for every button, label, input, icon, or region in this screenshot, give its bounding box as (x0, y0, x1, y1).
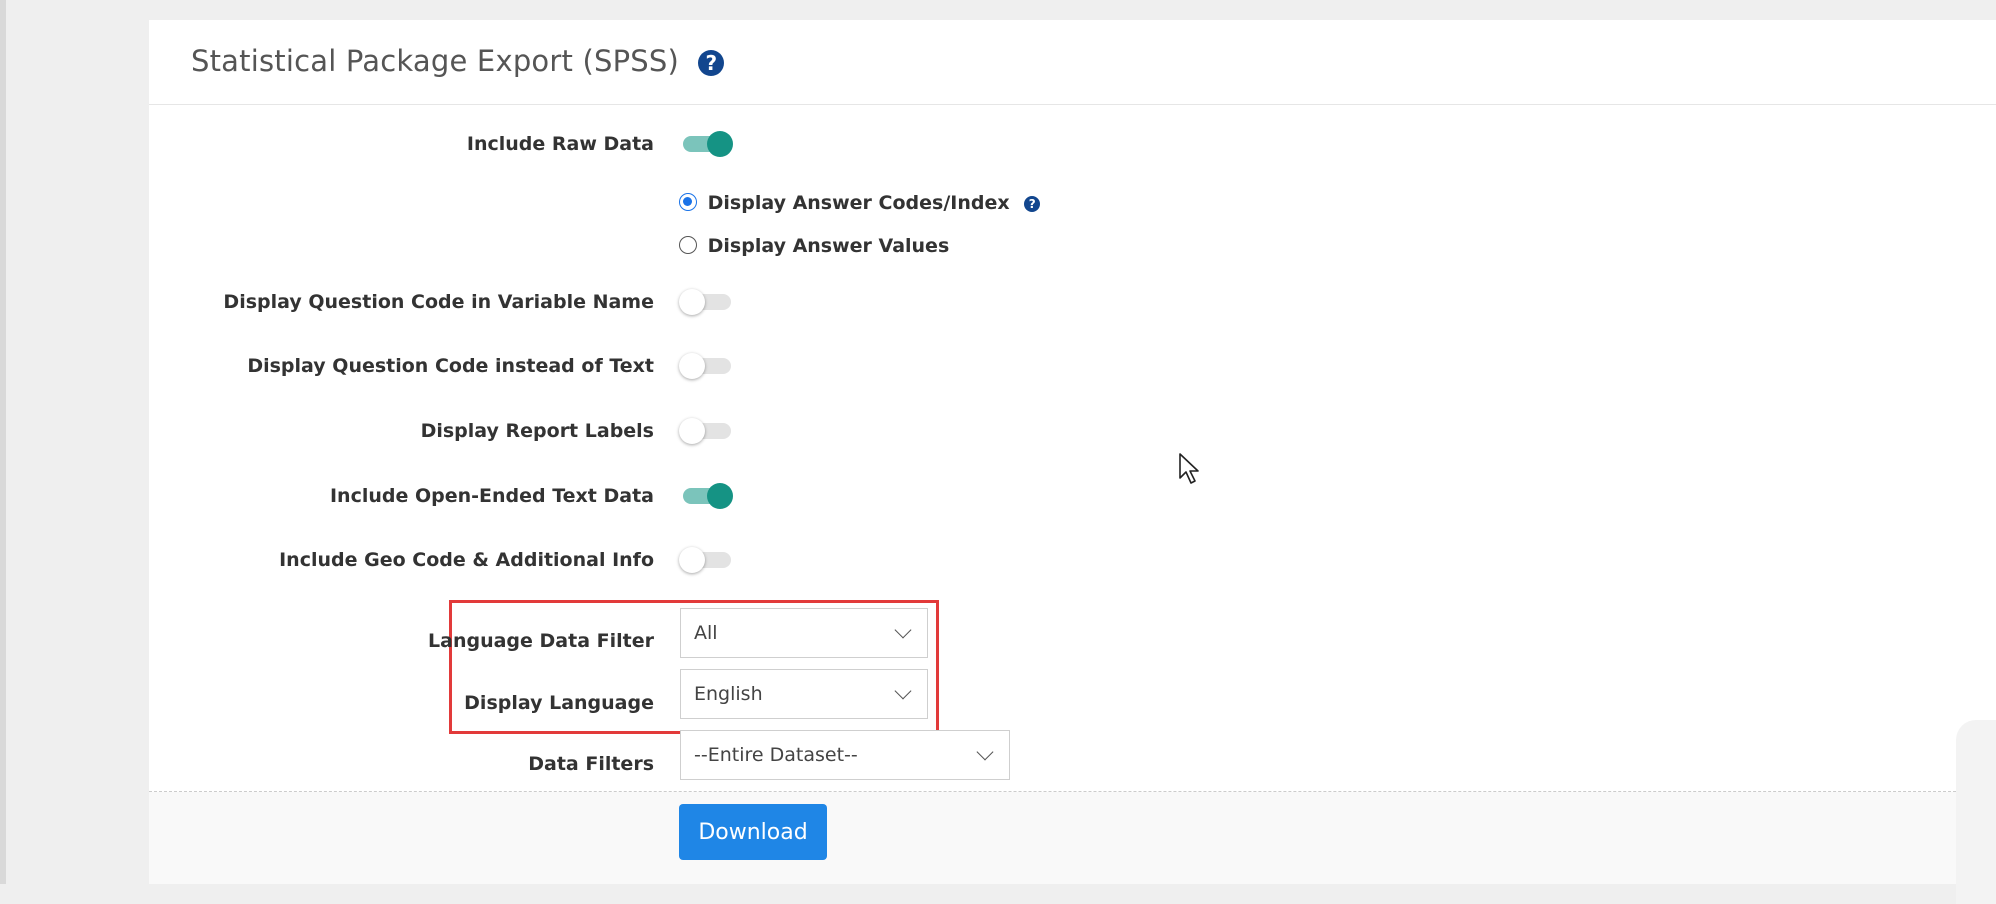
mouse-cursor-icon (1179, 453, 1199, 484)
panel-header: Statistical Package Export (SPSS) ? (149, 20, 1996, 105)
chevron-down-icon (894, 682, 912, 700)
data-filters-label: Data Filters (528, 753, 654, 775)
question-code-text-label: Display Question Code instead of Text (247, 355, 654, 377)
toggle-knob (679, 418, 705, 444)
toggle-knob (679, 547, 705, 573)
language-filter-value: All (694, 622, 718, 644)
answer-codes-label: Display Answer Codes/Index (707, 192, 1010, 214)
geo-code-label: Include Geo Code & Additional Info (279, 549, 654, 571)
answer-values-radio[interactable] (679, 236, 697, 254)
question-code-variable-toggle[interactable] (679, 289, 733, 315)
download-button[interactable]: Download (679, 804, 827, 860)
panel-title-text: Statistical Package Export (SPSS) (191, 44, 680, 78)
open-ended-toggle[interactable] (679, 483, 733, 509)
side-panel-edge (1956, 720, 1996, 904)
panel-title: Statistical Package Export (SPSS) ? (191, 44, 725, 78)
language-filter-label: Language Data Filter (428, 630, 654, 652)
answer-codes-help-icon[interactable]: ? (1024, 195, 1041, 212)
window-edge (0, 0, 6, 884)
answer-values-label: Display Answer Values (707, 235, 950, 257)
toggle-knob (679, 289, 705, 315)
toggle-knob (707, 483, 733, 509)
data-filters-value: --Entire Dataset-- (694, 744, 858, 766)
data-filters-select[interactable]: --Entire Dataset-- (680, 730, 1010, 780)
open-ended-label: Include Open-Ended Text Data (329, 485, 654, 507)
display-language-select[interactable]: English (680, 669, 928, 719)
panel-footer (149, 792, 1996, 884)
chevron-down-icon (894, 621, 912, 639)
geo-code-toggle[interactable] (679, 547, 733, 573)
include-raw-data-toggle[interactable] (679, 131, 733, 157)
toggle-knob (679, 353, 705, 379)
answer-codes-radio[interactable] (679, 193, 697, 211)
footer-divider (149, 791, 1996, 792)
include-raw-data-label: Include Raw Data (466, 133, 654, 155)
question-code-text-toggle[interactable] (679, 353, 733, 379)
answer-codes-option[interactable]: Display Answer Codes/Index ? (679, 192, 1041, 214)
display-language-label: Display Language (464, 692, 654, 714)
help-icon[interactable]: ? (698, 50, 725, 76)
toggle-knob (707, 131, 733, 157)
question-code-variable-label: Display Question Code in Variable Name (223, 291, 654, 313)
display-language-value: English (694, 683, 763, 705)
report-labels-toggle[interactable] (679, 418, 733, 444)
report-labels-label: Display Report Labels (420, 420, 654, 442)
spss-export-panel: Statistical Package Export (SPSS) ? Incl… (149, 20, 1996, 904)
language-filter-select[interactable]: All (680, 608, 928, 658)
chevron-down-icon (976, 743, 994, 761)
answer-values-option[interactable]: Display Answer Values (679, 235, 949, 257)
